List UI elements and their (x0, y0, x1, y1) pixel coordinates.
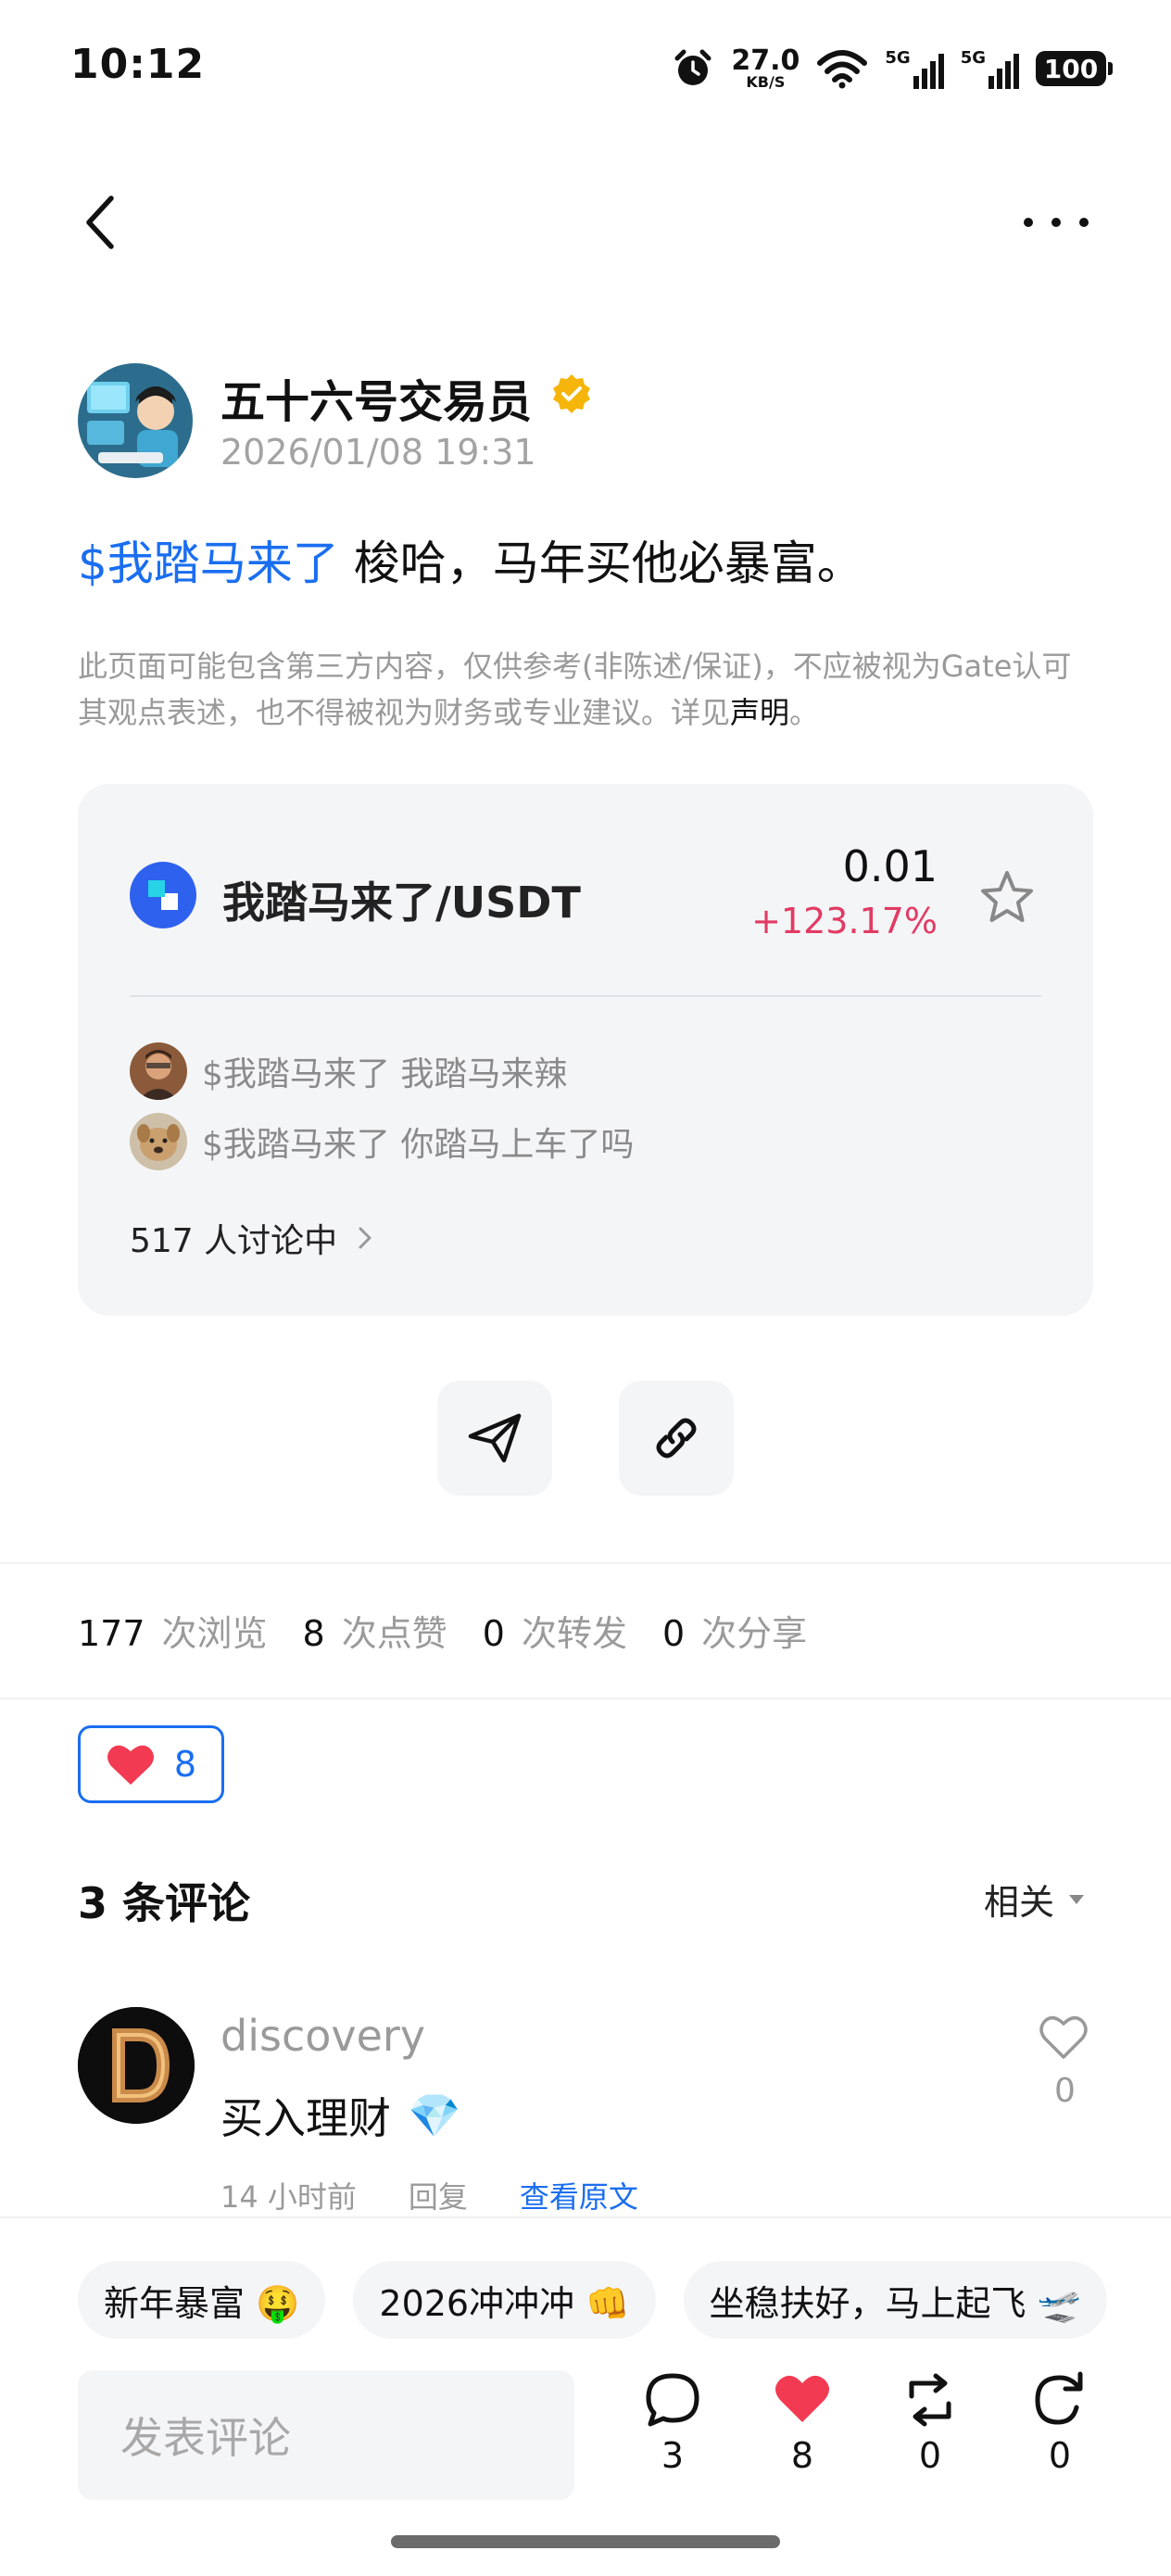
card-divider (130, 995, 1041, 997)
share-button[interactable]: 0 (1014, 2370, 1106, 2476)
alarm-icon (674, 49, 711, 85)
status-icons: 27.0 KB/S 5G 5G 100 (672, 41, 1113, 96)
reply-button[interactable]: 回复 (409, 2174, 468, 2216)
discussion-avatar (130, 1113, 187, 1170)
signal-2: 5G (961, 48, 1019, 89)
wifi-icon (817, 50, 868, 89)
coin-price: 0.01 (842, 841, 938, 891)
post-timestamp: 2026/01/08 19:31 (220, 432, 536, 473)
chevron-left-icon (86, 196, 114, 249)
disclaimer: 此页面可能包含第三方内容，仅供参考(非陈述/保证)，不应被视为Gate认可其观点… (78, 649, 1072, 730)
comment-bubble-icon (646, 2373, 699, 2427)
comments-title: 3 条评论 (78, 1878, 251, 1928)
link-icon (656, 1418, 697, 1458)
coin-card[interactable]: 我踏马来了/USDT 0.01 +123.17% $我踏马来了 我踏马来辣 $我… (78, 784, 1093, 1316)
discussion-item[interactable]: $我踏马来了 你踏马上车了吗 (130, 1112, 634, 1171)
comment-heart-icon[interactable] (1038, 2011, 1089, 2063)
comment-like-count: 0 (1054, 2072, 1076, 2110)
bottom-bar: 新年暴富 🤑 2026冲冲冲 👊 坐稳扶好，马上起飞 🛫 发表评论 3 8 0 … (0, 2216, 1171, 2576)
quick-reply-chip[interactable]: 坐稳扶好，马上起飞 🛫 (683, 2261, 1107, 2339)
comment-meta: 14 小时前 回复 查看原文 (220, 2174, 638, 2216)
more-button[interactable] (1019, 195, 1093, 250)
repost-button[interactable]: 0 (884, 2370, 976, 2476)
comment-username[interactable]: discovery (220, 2011, 425, 2061)
like-button[interactable]: 8 (756, 2370, 849, 2476)
signal-1: 5G (885, 48, 944, 89)
favorite-star-icon[interactable] (976, 867, 1038, 928)
view-original-button[interactable]: 查看原文 (520, 2174, 638, 2216)
caret-down-icon (1069, 1894, 1084, 1904)
comments-button[interactable]: 3 (626, 2370, 719, 2476)
section-divider (0, 1562, 1171, 1564)
status-bar: 10:12 27.0 KB/S 5G 5G 100 (0, 0, 1171, 139)
comment-text: 买入理财 💎 (220, 2090, 461, 2144)
status-time: 10:12 (70, 41, 206, 88)
disclaimer-link[interactable]: 声明 (730, 695, 789, 730)
comment-avatar[interactable] (78, 2007, 195, 2124)
section-divider (0, 1698, 1171, 1699)
heart-filled-icon (775, 2375, 829, 2422)
author-avatar[interactable] (78, 363, 193, 478)
verified-badge-icon (553, 374, 590, 413)
discussion-item[interactable]: $我踏马来了 我踏马来辣 (130, 1042, 567, 1101)
copy-link-button[interactable] (619, 1381, 734, 1496)
quick-reply-chip[interactable]: 2026冲冲冲 👊 (353, 2261, 656, 2339)
share-arrow-icon (1035, 2371, 1083, 2425)
comment-time: 14 小时前 (220, 2179, 357, 2215)
send-button[interactable] (437, 1381, 552, 1496)
sort-dropdown[interactable]: 相关 (984, 1874, 1086, 1925)
discussion-avatar (130, 1042, 187, 1100)
coin-change: +123.17% (751, 901, 938, 941)
post-content: $我踏马来了 梭哈，马年买他必暴富。 (78, 526, 863, 593)
diamond-emoji: 💎 (408, 2090, 461, 2140)
chevron-right-icon (359, 1227, 371, 1249)
repost-icon (909, 2373, 951, 2427)
comment-input[interactable]: 发表评论 (78, 2370, 574, 2500)
post-body: 梭哈，马年买他必暴富。 (338, 537, 863, 590)
heart-icon (107, 1745, 154, 1785)
author-name[interactable]: 五十六号交易员 (220, 365, 532, 430)
home-indicator[interactable] (391, 2535, 780, 2548)
post-stats: 177 次浏览 8 次点赞 0 次转发 0 次分享 (78, 1613, 808, 1654)
coin-pair: 我踏马来了/USDT (222, 878, 581, 928)
back-button[interactable] (74, 185, 130, 259)
coin-hashtag-link[interactable]: $我踏马来了 (78, 537, 339, 590)
more-dots-icon (1024, 218, 1089, 227)
quick-reply-chip[interactable]: 新年暴富 🤑 (78, 2261, 326, 2339)
battery-icon: 100 (1036, 51, 1113, 86)
like-reaction-chip[interactable]: 8 (78, 1725, 224, 1803)
network-speed: 27.0 KB/S (731, 44, 800, 91)
discussion-count-link[interactable]: 517 人讨论中 (130, 1214, 376, 1262)
coin-logo-icon (130, 862, 196, 928)
send-icon (468, 1413, 522, 1463)
quick-reply-chips: 新年暴富 🤑 2026冲冲冲 👊 坐稳扶好，马上起飞 🛫 (78, 2261, 1107, 2339)
